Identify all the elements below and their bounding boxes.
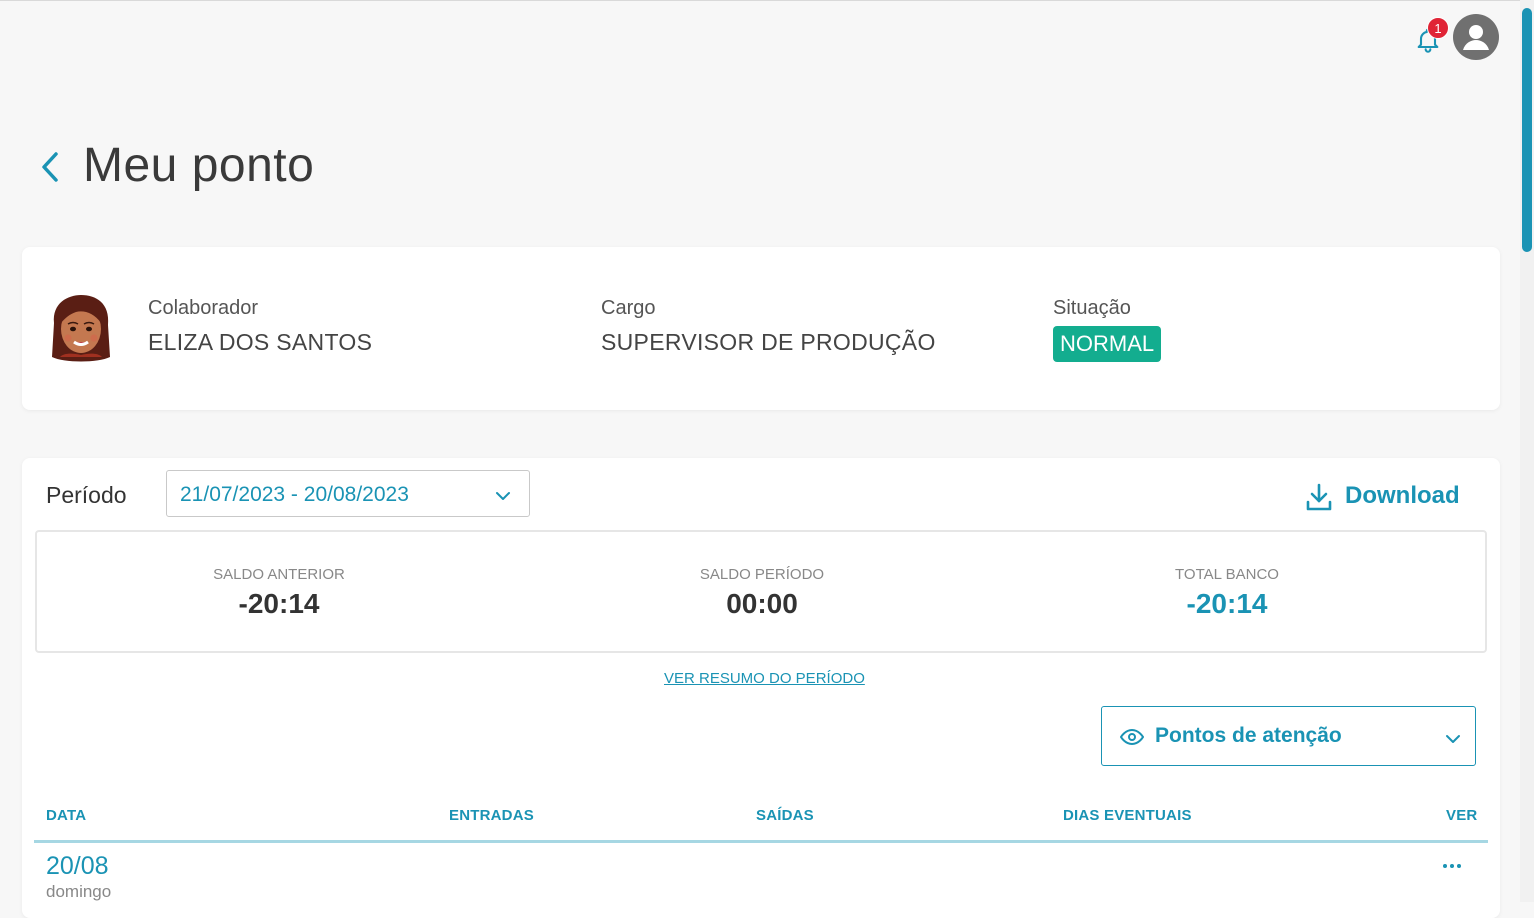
timesheet-card [22, 458, 1500, 918]
column-header-entradas: ENTRADAS [449, 807, 534, 824]
total-banco-label: TOTAL BANCO [1175, 566, 1279, 583]
period-label: Período [46, 482, 127, 508]
role-label: Cargo [601, 297, 656, 319]
collaborator-label: Colaborador [148, 297, 259, 319]
employee-avatar [48, 293, 114, 365]
column-header-saidas: SAÍDAS [756, 807, 814, 824]
period-selected-value: 21/07/2023 - 20/08/2023 [180, 483, 409, 506]
collaborator-name: ELIZA DOS SANTOS [148, 329, 373, 355]
ver-resumo-link[interactable]: VER RESUMO DO PERÍODO [664, 670, 865, 687]
column-header-dias-eventuais: DIAS EVENTUAIS [1063, 807, 1192, 824]
column-header-data: DATA [46, 807, 87, 824]
scrollbar[interactable] [1520, 0, 1534, 902]
attention-points-label: Pontos de atenção [1155, 724, 1342, 747]
saldo-anterior: SALDO ANTERIOR -20:14 [37, 532, 521, 651]
saldo-anterior-label: SALDO ANTERIOR [213, 566, 345, 583]
more-options-icon[interactable] [1441, 856, 1465, 876]
role-value: SUPERVISOR DE PRODUÇÃO [601, 329, 936, 355]
download-label: Download [1345, 482, 1460, 509]
download-icon [1304, 482, 1334, 517]
saldo-anterior-value: -20:14 [238, 588, 320, 619]
saldo-periodo-value: 00:00 [726, 588, 798, 619]
total-banco-value: -20:14 [1186, 588, 1268, 619]
chevron-down-icon [1445, 731, 1461, 749]
status-label: Situação [1053, 297, 1131, 319]
table-row-date: 20/08 [46, 852, 109, 880]
saldo-periodo-label: SALDO PERÍODO [699, 566, 825, 583]
page-title: Meu ponto [83, 139, 315, 192]
table-header-divider [34, 840, 1488, 843]
user-avatar-icon[interactable] [1453, 14, 1499, 60]
chevron-down-icon [495, 488, 511, 506]
period-select[interactable]: 21/07/2023 - 20/08/2023 [166, 470, 530, 517]
eye-icon [1119, 725, 1145, 754]
scrollbar-thumb[interactable] [1522, 8, 1532, 252]
column-header-ver: VER [1446, 807, 1478, 824]
table-row-weekday: domingo [46, 882, 112, 901]
attention-points-select[interactable]: Pontos de atenção [1101, 706, 1476, 766]
top-border [0, 0, 1534, 1]
balance-summary: SALDO ANTERIOR -20:14 SALDO PERÍODO 00:0… [35, 530, 1487, 653]
saldo-periodo: SALDO PERÍODO 00:00 [520, 532, 1004, 651]
total-banco: TOTAL BANCO -20:14 [985, 532, 1469, 651]
status-badge: NORMAL [1053, 326, 1162, 362]
notification-count-badge: 1 [1427, 17, 1449, 39]
back-chevron-icon[interactable] [36, 148, 68, 188]
